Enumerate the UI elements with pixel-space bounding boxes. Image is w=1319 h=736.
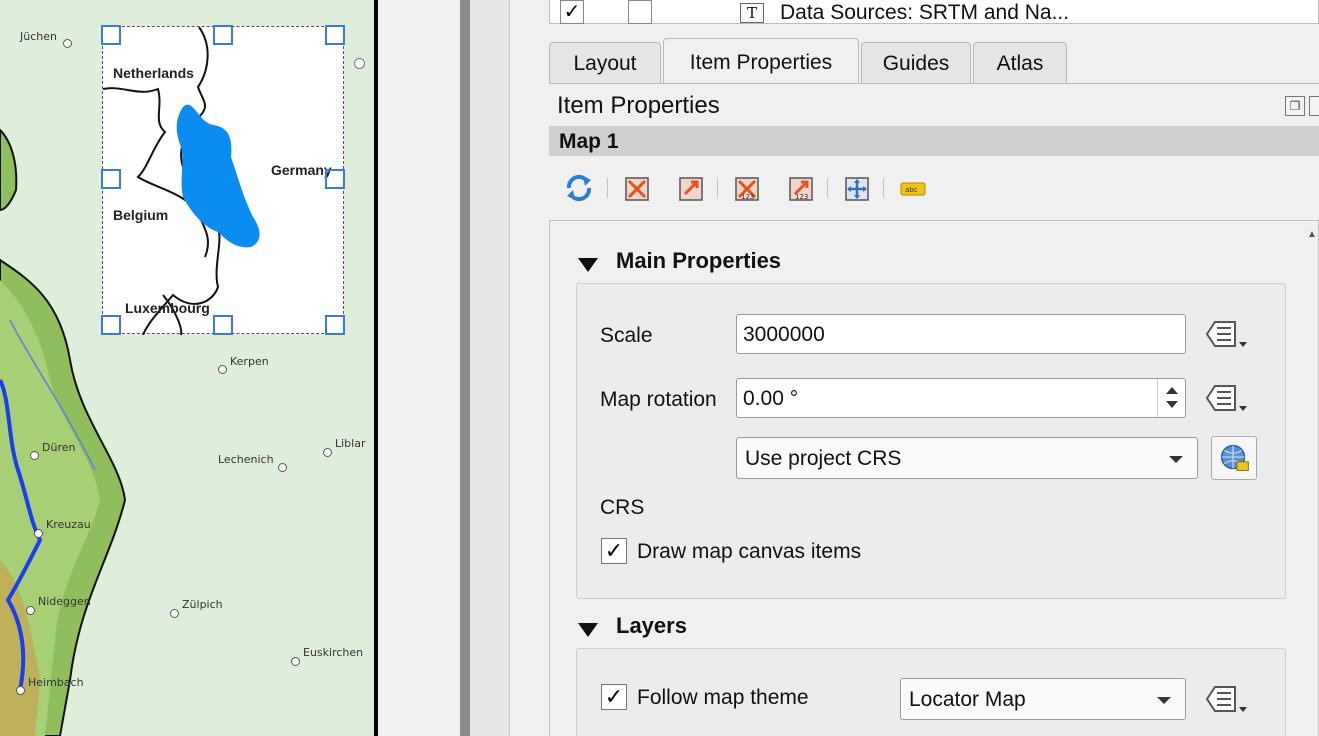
place-marker xyxy=(291,657,300,666)
chevron-down-icon xyxy=(1157,697,1171,704)
resize-handle-left[interactable] xyxy=(101,169,121,189)
resize-handle-top[interactable] xyxy=(213,25,233,45)
toolbar-separator xyxy=(607,178,608,198)
svg-text:123: 123 xyxy=(795,193,808,201)
place-marker xyxy=(218,365,227,374)
map-rotation-value: 0.00 ° xyxy=(743,387,799,410)
rotation-handle[interactable] xyxy=(354,58,365,69)
crs-select-value: Use project CRS xyxy=(745,447,902,470)
tab-guides[interactable]: Guides xyxy=(861,42,971,84)
canvas-scrollbar[interactable] xyxy=(460,0,470,736)
canvas-margin xyxy=(378,0,460,736)
float-panel-icon[interactable]: ❐ xyxy=(1285,96,1305,116)
svg-text:123: 123 xyxy=(741,193,754,201)
place-label: Düren xyxy=(42,441,76,454)
draw-map-canvas-items-checkbox[interactable]: ✓ xyxy=(601,538,627,564)
layer-visibility-checkbox[interactable]: ✓ xyxy=(560,0,584,24)
item-name-header: Map 1 xyxy=(549,126,1319,156)
resize-handle-bottom[interactable] xyxy=(213,315,233,335)
collapse-triangle-icon[interactable] xyxy=(578,258,598,272)
locator-label-luxembourg: Luxembourg xyxy=(125,300,210,316)
svg-text:abc: abc xyxy=(905,186,918,194)
move-item-content-icon[interactable] xyxy=(839,168,875,208)
tab-layout[interactable]: Layout xyxy=(549,42,661,84)
toolbar-separator xyxy=(827,178,828,198)
panel-title: Item Properties xyxy=(557,92,720,119)
place-label: Kreuzau xyxy=(46,518,91,531)
data-defined-override-icon[interactable] xyxy=(1203,681,1251,717)
place-marker xyxy=(34,529,43,538)
data-defined-override-icon[interactable] xyxy=(1203,380,1251,416)
close-panel-icon[interactable] xyxy=(1309,96,1319,116)
place-marker xyxy=(26,606,35,615)
layer-lock-checkbox[interactable] xyxy=(628,0,652,24)
place-label: Nideggen xyxy=(38,595,91,608)
collapse-triangle-icon[interactable] xyxy=(578,623,598,637)
data-defined-override-icon[interactable] xyxy=(1203,316,1251,352)
place-marker xyxy=(30,451,39,460)
resize-handle-bottom-left[interactable] xyxy=(101,315,121,335)
place-marker xyxy=(170,609,179,618)
place-label: Liblar xyxy=(335,437,366,450)
resize-handle-right[interactable] xyxy=(325,169,345,189)
crs-label: CRS xyxy=(600,496,645,519)
spin-up-icon[interactable] xyxy=(1166,387,1178,394)
resize-handle-bottom-right[interactable] xyxy=(325,315,345,335)
place-marker xyxy=(63,39,72,48)
set-scale-to-canvas-icon[interactable]: 123 xyxy=(729,168,765,208)
properties-scroll-area[interactable]: ▲ Main Properties Scale 3000000 Map rota… xyxy=(549,220,1319,736)
place-label: Heimbach xyxy=(28,676,84,689)
place-label: Zülpich xyxy=(182,598,223,611)
scale-input[interactable]: 3000000 xyxy=(736,314,1186,354)
resize-handle-top-left[interactable] xyxy=(101,25,121,45)
place-label: Lechenich xyxy=(218,453,274,466)
dock-splitter[interactable] xyxy=(470,0,510,736)
map-theme-select-value: Locator Map xyxy=(909,688,1026,711)
locator-label-belgium: Belgium xyxy=(113,207,169,223)
spin-down-icon[interactable] xyxy=(1166,401,1178,408)
layers-tree: ✓ T Data Sources: SRTM and Na... xyxy=(549,0,1319,24)
draw-map-canvas-items-label[interactable]: Draw map canvas items xyxy=(637,540,861,564)
place-label: Euskirchen xyxy=(303,646,364,659)
follow-map-theme-checkbox[interactable]: ✓ xyxy=(601,684,627,710)
crs-select[interactable]: Use project CRS xyxy=(736,437,1198,479)
tab-item-properties[interactable]: Item Properties xyxy=(663,38,859,84)
text-layer-icon: T xyxy=(740,3,764,23)
toolbar-separator xyxy=(717,178,718,198)
map-canvas[interactable]: Jüchen Kerpen Düren Lechenich Liblar Kre… xyxy=(0,0,378,736)
item-properties-dock: ✓ T Data Sources: SRTM and Na... Layout … xyxy=(511,0,1319,736)
resize-handle-top-right[interactable] xyxy=(325,25,345,45)
view-scale-in-canvas-icon[interactable]: 123 xyxy=(783,168,819,208)
map-rotation-label: Map rotation xyxy=(600,388,717,411)
set-extent-to-canvas-icon[interactable] xyxy=(619,168,655,208)
label-blocking-icon[interactable]: abc xyxy=(895,168,931,208)
place-label: Jüchen xyxy=(20,30,57,43)
crs-selector-globe-icon[interactable] xyxy=(1211,436,1257,480)
layer-row-label[interactable]: Data Sources: SRTM and Na... xyxy=(780,1,1069,25)
locator-label-germany: Germany xyxy=(271,162,332,178)
layers-section-title[interactable]: Layers xyxy=(616,613,687,639)
locator-label-netherlands: Netherlands xyxy=(113,65,194,81)
tab-atlas[interactable]: Atlas xyxy=(973,42,1067,84)
follow-map-theme-label[interactable]: Follow map theme xyxy=(637,686,809,710)
place-marker xyxy=(323,448,332,457)
place-marker xyxy=(16,686,25,695)
main-properties-group: Scale 3000000 Map rotation 0.00 ° Use pr… xyxy=(576,283,1286,599)
scale-label: Scale xyxy=(600,324,653,347)
layers-group: ✓ Follow map theme Locator Map xyxy=(576,648,1286,736)
place-label: Kerpen xyxy=(230,355,269,368)
view-extent-in-canvas-icon[interactable] xyxy=(673,168,709,208)
toolbar-separator xyxy=(883,178,884,198)
place-marker xyxy=(278,463,287,472)
spin-buttons[interactable] xyxy=(1157,379,1185,417)
locator-map-item[interactable]: Netherlands Germany Belgium Luxembourg xyxy=(101,25,345,335)
main-properties-title[interactable]: Main Properties xyxy=(616,248,781,274)
chevron-down-icon xyxy=(1169,456,1183,463)
map-rotation-spinbox[interactable]: 0.00 ° xyxy=(736,378,1186,418)
refresh-icon[interactable] xyxy=(561,168,597,208)
scroll-up-icon[interactable]: ▲ xyxy=(1306,221,1318,249)
tab-divider xyxy=(549,83,1319,84)
map-theme-select[interactable]: Locator Map xyxy=(900,678,1186,720)
